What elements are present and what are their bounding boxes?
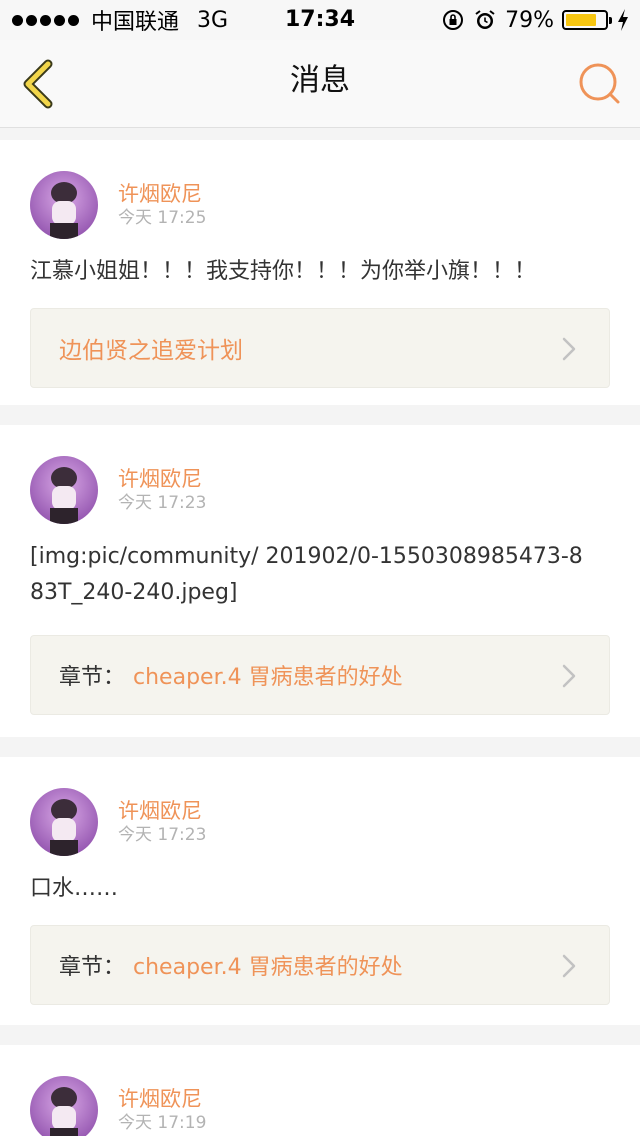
message-meta: 许烟欧尼 今天 17:19 [118, 1086, 206, 1134]
message-header: 许烟欧尼 今天 17:23 [30, 455, 610, 525]
avatar[interactable] [30, 171, 98, 239]
linked-item-title: 边伯贤之追爱计划 [59, 338, 243, 364]
username[interactable]: 许烟欧尼 [118, 1086, 206, 1112]
orientation-lock-icon [443, 10, 464, 30]
timestamp: 今天 17:23 [118, 825, 207, 845]
avatar[interactable] [30, 788, 98, 856]
timestamp: 今天 17:25 [118, 208, 207, 228]
linked-item-title: cheaper.4 胃病患者的好处 [133, 665, 403, 690]
linked-item[interactable]: 章节： cheaper.4 胃病患者的好处 [30, 925, 610, 1005]
message-card: 许烟欧尼 今天 17:23 [img:pic/community/ 201902… [0, 425, 640, 737]
message-card: 许烟欧尼 今天 17:19 [0, 1045, 640, 1136]
username[interactable]: 许烟欧尼 [118, 466, 206, 492]
battery-percent: 79% [505, 7, 554, 33]
charging-bolt-icon [618, 9, 628, 31]
message-meta: 许烟欧尼 今天 17:25 [118, 181, 206, 229]
chevron-right-icon [562, 954, 576, 978]
avatar[interactable] [30, 456, 98, 524]
message-header: 许烟欧尼 今天 17:19 [30, 1075, 610, 1136]
message-card: 许烟欧尼 今天 17:25 江慕小姐姐！！！我支持你！！！为你举小旗！！！ 边伯… [0, 140, 640, 405]
username[interactable]: 许烟欧尼 [118, 798, 206, 824]
chevron-right-icon [562, 664, 576, 688]
nav-bar: 消息 [0, 40, 640, 128]
message-list: 许烟欧尼 今天 17:25 江慕小姐姐！！！我支持你！！！为你举小旗！！！ 边伯… [0, 140, 640, 1136]
message-header: 许烟欧尼 今天 17:25 [30, 170, 610, 240]
linked-item-prefix: 章节： [59, 665, 126, 690]
message-content: 江慕小姐姐！！！我支持你！！！为你举小旗！！！ [30, 259, 537, 284]
chevron-right-icon [562, 337, 576, 361]
message-meta: 许烟欧尼 今天 17:23 [118, 798, 206, 846]
search-icon[interactable] [574, 58, 626, 110]
message-header: 许烟欧尼 今天 17:23 [30, 787, 610, 857]
alarm-icon [475, 10, 495, 29]
linked-item[interactable]: 章节： cheaper.4 胃病患者的好处 [30, 635, 610, 715]
timestamp: 今天 17:19 [118, 1113, 207, 1133]
linked-item-title: cheaper.4 胃病患者的好处 [133, 955, 403, 980]
linked-item-prefix: 章节： [59, 955, 126, 980]
message-meta: 许烟欧尼 今天 17:23 [118, 466, 206, 514]
status-right: 79% [441, 0, 630, 40]
timestamp: 今天 17:23 [118, 493, 207, 513]
page-title: 消息 [290, 63, 350, 98]
avatar[interactable] [30, 1076, 98, 1136]
status-bar: 中国联通 3G 17:34 79% [0, 0, 640, 40]
linked-item[interactable]: 边伯贤之追爱计划 [30, 308, 610, 388]
message-content: 口水…… [30, 876, 119, 901]
message-content: [img:pic/community/ 201902/0-15503089854… [30, 544, 583, 605]
battery-icon [562, 10, 612, 30]
username[interactable]: 许烟欧尼 [118, 181, 206, 207]
message-card: 许烟欧尼 今天 17:23 口水…… 章节： cheaper.4 胃病患者的好处 [0, 757, 640, 1025]
